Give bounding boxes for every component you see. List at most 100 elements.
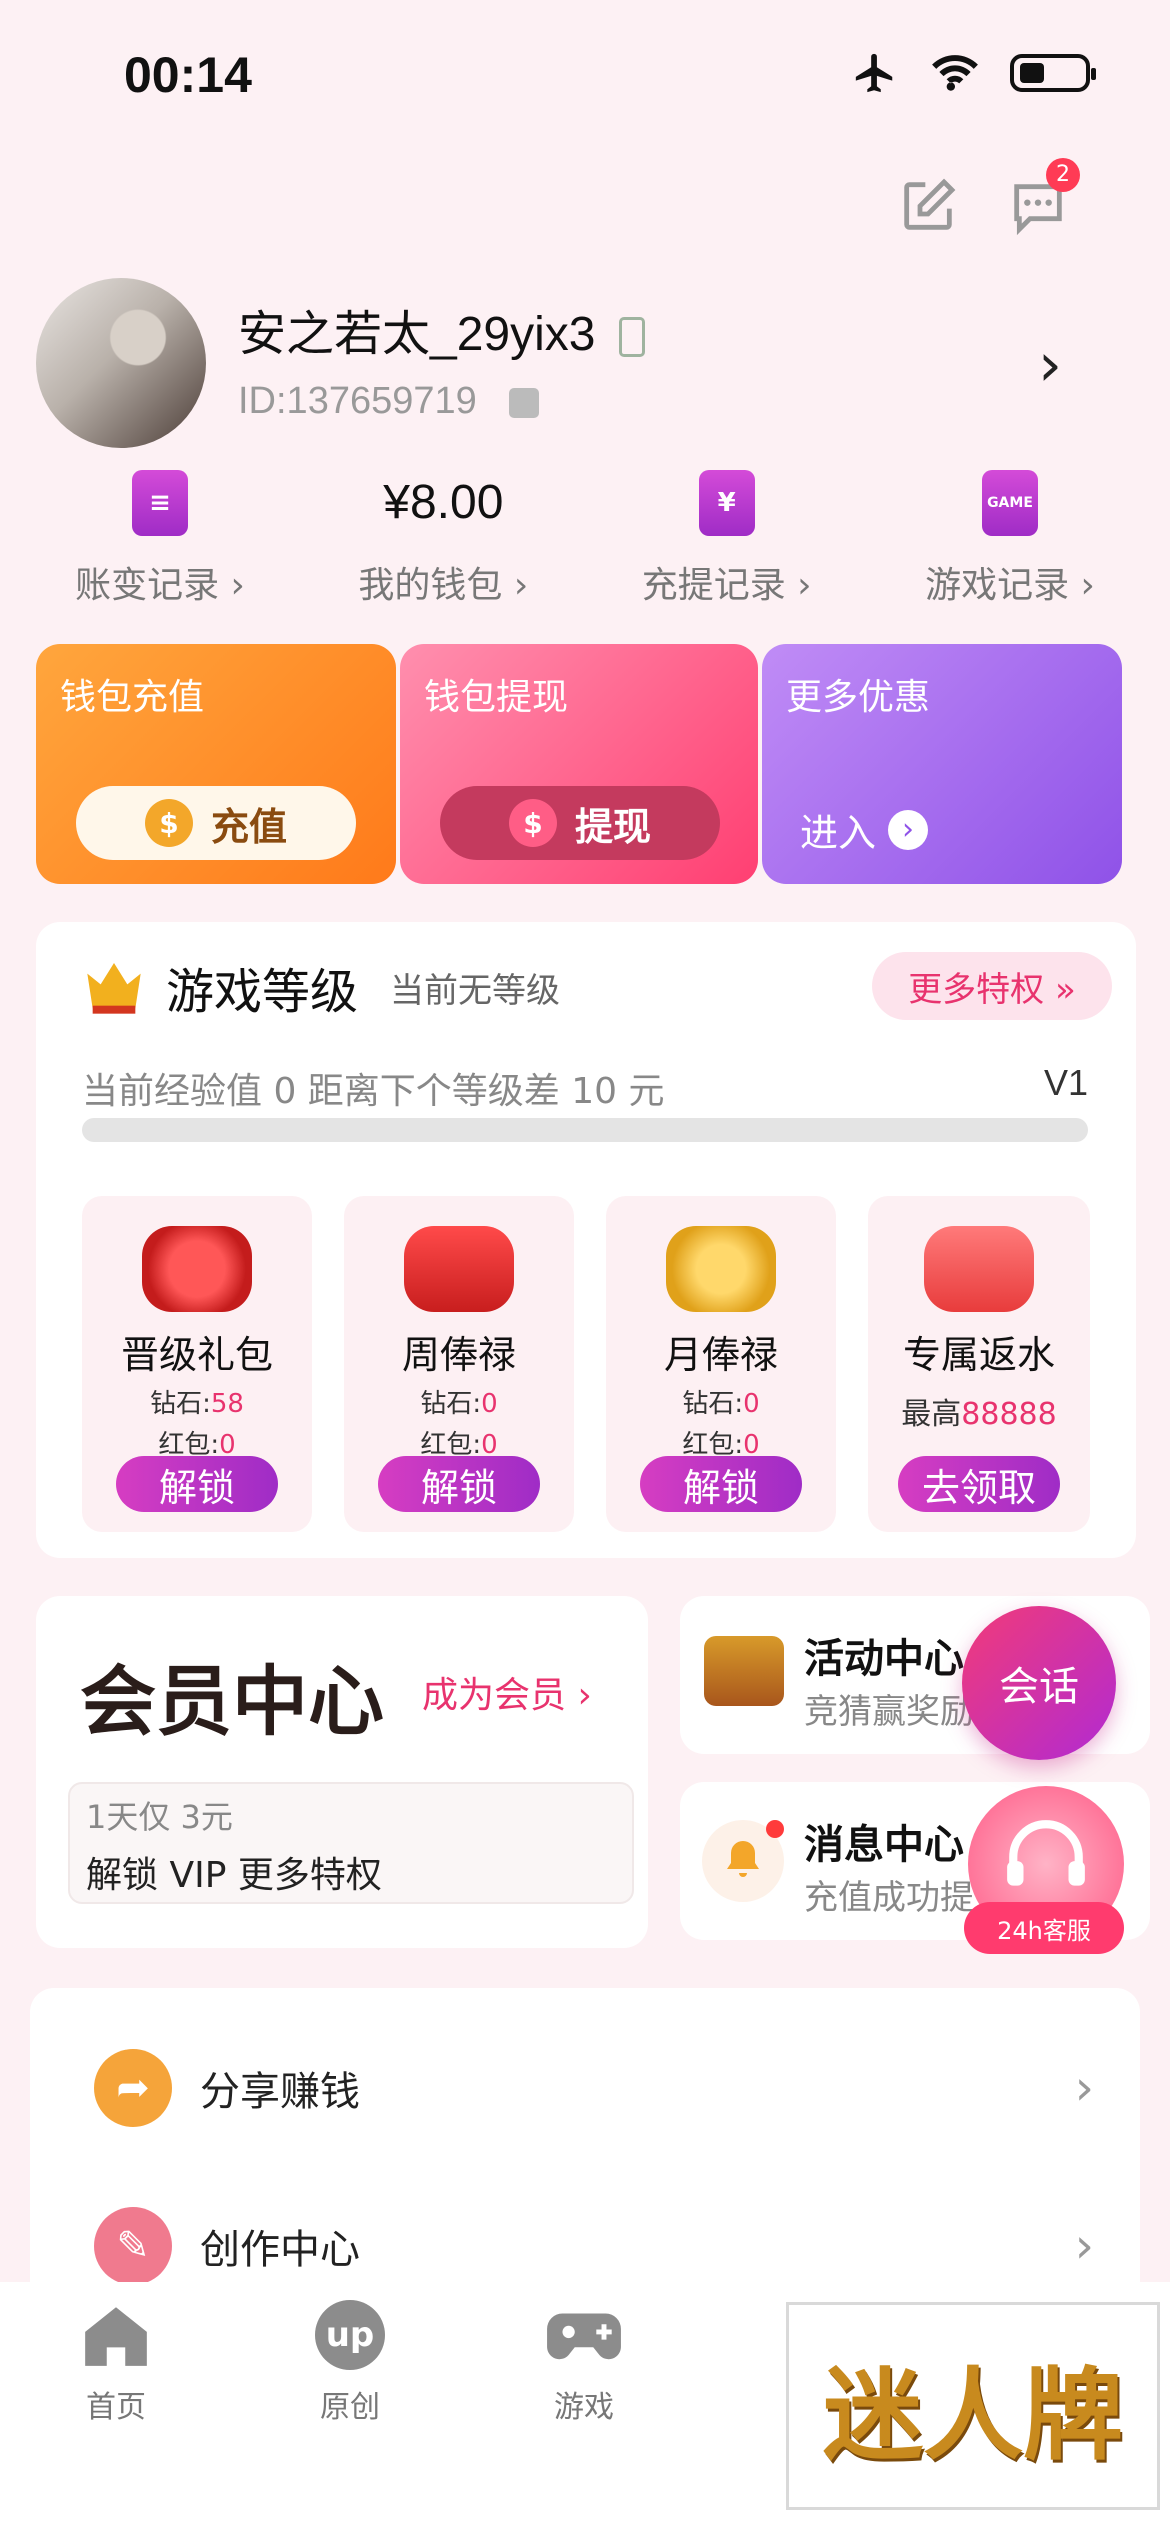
status-icons (850, 50, 1096, 96)
experience-progress-bar (82, 1118, 1088, 1142)
reward-line: 钻石:0 (420, 1383, 497, 1420)
arrow-right-circle-icon: › (888, 809, 929, 850)
edit-icon[interactable] (896, 174, 960, 238)
enter-button-label: 进入 (800, 811, 877, 855)
treasure-chest-icon (704, 1636, 784, 1706)
reward-line: 钻石:0 (682, 1383, 759, 1420)
status-time: 00:14 (124, 47, 252, 103)
wallet-card-title: 更多优惠 (786, 677, 931, 718)
customer-service-label[interactable]: 24h客服 (964, 1902, 1124, 1954)
reward-card-monthly-salary: 月俸禄 钻石:0 红包:0 解锁 (606, 1196, 836, 1532)
quick-link-deposit-records[interactable]: ¥ 充提记录 › (597, 470, 857, 608)
gold-coins-icon (666, 1226, 776, 1312)
brand-text: 迷人牌 (823, 2355, 1123, 2474)
tab-label: 原创 (320, 2390, 380, 2425)
username-text: 安之若太_29yix3 (238, 308, 596, 361)
enter-button[interactable]: 进入 › (800, 802, 929, 857)
side-card-title: 消息中心 (804, 1822, 964, 1868)
side-card-title: 活动中心 (804, 1636, 964, 1682)
message-badge: 2 (1046, 158, 1080, 192)
wallet-balance: ¥8.00 (383, 476, 504, 529)
wallet-recharge-card[interactable]: 钱包充值 $ 充值 (36, 644, 396, 884)
verified-phone-icon (618, 317, 645, 358)
tab-game[interactable]: 游戏 (514, 2300, 654, 2426)
withdraw-button[interactable]: $ 提现 (440, 786, 720, 860)
user-id-text: ID:137659719 (238, 380, 477, 422)
quick-link-wallet[interactable]: ¥8.00 我的钱包 › (313, 470, 573, 608)
avatar[interactable] (36, 278, 206, 448)
reward-card-weekly-salary: 周俸禄 钻石:0 红包:0 解锁 (344, 1196, 574, 1532)
quick-link-transactions[interactable]: ≡ 账变记录 › (30, 470, 290, 608)
share-arrow-icon: ➦ (94, 2049, 172, 2127)
wallet-card-title: 钱包提现 (424, 677, 569, 718)
tab-home[interactable]: 首页 (46, 2300, 186, 2426)
tab-label: 游戏 (554, 2390, 614, 2425)
chevron-right-icon: › (1074, 2060, 1094, 2116)
profile-chevron-icon[interactable]: › (1038, 330, 1062, 400)
brand-watermark: 迷人牌 (786, 2302, 1160, 2510)
reward-line-value: 58 (210, 1389, 244, 1419)
username: 安之若太_29yix3 (238, 294, 645, 364)
tab-original[interactable]: up 原创 (280, 2300, 420, 2426)
reward-line-value: 0 (743, 1389, 760, 1419)
game-level-subtitle: 当前无等级 (390, 970, 561, 1011)
more-offers-card[interactable]: 更多优惠 进入 › (762, 644, 1122, 884)
become-member-link[interactable]: 成为会员 › (422, 1666, 592, 1718)
wallet-withdraw-card[interactable]: 钱包提现 $ 提现 (400, 644, 758, 884)
side-card-subtitle: 充值成功提 (804, 1878, 974, 1918)
message-button[interactable]: 2 (1006, 158, 1080, 240)
up-icon: up (315, 2300, 385, 2370)
battery-icon (1010, 54, 1096, 92)
reward-line-label: 钻石: (682, 1389, 744, 1419)
quick-link-label: 游戏记录 › (925, 565, 1095, 606)
recharge-button-label: 充值 (210, 804, 287, 849)
document-icon: ≡ (132, 470, 188, 536)
more-privileges-button[interactable]: 更多特权 » (872, 952, 1112, 1020)
menu-item-label: 创作中心 (200, 2227, 360, 2273)
recharge-button[interactable]: $ 充值 (76, 786, 356, 860)
money-bag-icon (142, 1226, 252, 1312)
vip-offer-price: 1天仅 3元 (86, 1798, 233, 1836)
gift-box-icon (924, 1226, 1034, 1312)
headset-icon (1007, 1820, 1085, 1886)
menu-item-share-earn[interactable]: ➦ 分享赚钱 › (94, 2048, 1094, 2128)
unlock-button[interactable]: 解锁 (378, 1456, 540, 1512)
quick-link-label: 我的钱包 › (358, 565, 529, 606)
next-level: V1 (1043, 1062, 1088, 1103)
user-id: ID:137659719 (238, 380, 540, 423)
unlock-button[interactable]: 解锁 (640, 1456, 802, 1512)
reward-line: 钻石:58 (150, 1383, 244, 1420)
menu-item-label: 分享赚钱 (200, 2069, 360, 2115)
gamepad-icon (547, 2313, 621, 2360)
red-envelope-icon (404, 1226, 514, 1312)
wallet-card-title: 钱包充值 (60, 677, 205, 718)
experience-text: 当前经验值 0 距离下个等级差 10 元 (82, 1071, 665, 1112)
bell-glyph (727, 1841, 759, 1877)
unlock-button[interactable]: 解锁 (116, 1456, 278, 1512)
dollar-coin-icon: $ (508, 799, 557, 847)
home-icon (85, 2307, 147, 2366)
game-icon: GAME (981, 470, 1038, 536)
menu-item-creation-center[interactable]: ✎ 创作中心 › (94, 2206, 1094, 2286)
airplane-icon (855, 53, 893, 93)
reward-line-label: 最高 (901, 1397, 962, 1432)
chevron-right-icon: › (1074, 2218, 1094, 2274)
tab-label: 首页 (86, 2390, 146, 2425)
reward-card-upgrade-gift: 晋级礼包 钻石:58 红包:0 解锁 (82, 1196, 312, 1532)
quick-link-label: 充提记录 › (641, 565, 812, 606)
reward-name: 专属返水 (902, 1333, 1055, 1377)
reward-card-exclusive-rebate: 专属返水 最高88888 去领取 (868, 1196, 1090, 1532)
reward-name: 周俸禄 (401, 1333, 516, 1377)
copy-icon[interactable] (509, 387, 540, 418)
game-level-header: 游戏等级 当前无等级 (82, 952, 560, 1022)
reward-name: 月俸禄 (663, 1333, 778, 1377)
chat-floating-button[interactable]: 会话 (962, 1606, 1116, 1760)
withdraw-button-label: 提现 (574, 804, 651, 849)
claim-button[interactable]: 去领取 (898, 1456, 1060, 1512)
reward-line-label: 钻石: (420, 1389, 482, 1419)
vip-center-title: 会员中心 (80, 1657, 384, 1746)
yen-icon: ¥ (698, 470, 755, 536)
quick-link-game-records[interactable]: GAME 游戏记录 › (880, 470, 1140, 608)
reward-line-label: 钻石: (150, 1389, 211, 1419)
crown-icon (87, 963, 141, 1014)
